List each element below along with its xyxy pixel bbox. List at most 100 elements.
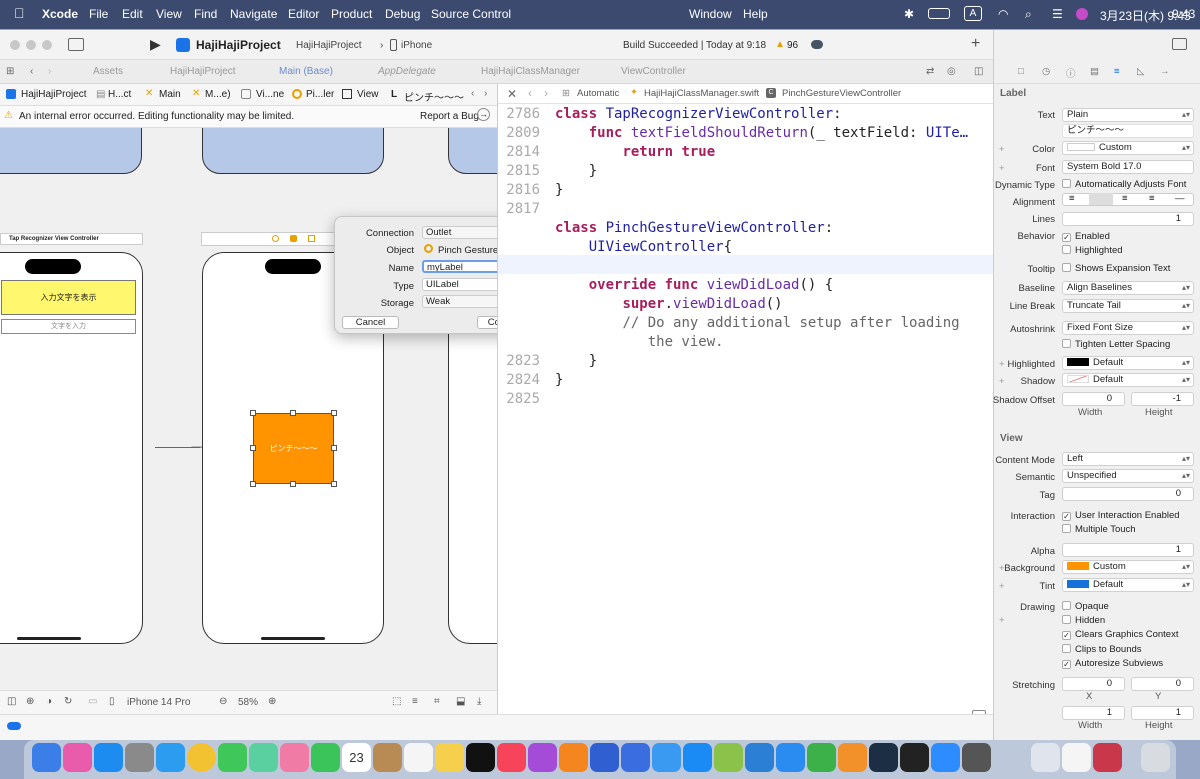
podcasts-icon[interactable] bbox=[528, 743, 557, 772]
assistant-icon[interactable]: ◎ bbox=[947, 66, 956, 77]
close-icon[interactable]: ✕ bbox=[507, 87, 517, 101]
terminal-icon[interactable] bbox=[900, 743, 929, 772]
jump-project[interactable]: HajiHajiProject bbox=[21, 89, 87, 100]
opaque-checkbox[interactable]: Opaque bbox=[1062, 601, 1109, 612]
scheme-selector[interactable]: HajiHajiProject bbox=[296, 40, 362, 51]
highlighted-checkbox[interactable]: Highlighted bbox=[1062, 245, 1123, 256]
forward-icon[interactable]: › bbox=[544, 86, 548, 100]
viewcontroller-icon[interactable] bbox=[272, 235, 279, 242]
stretch-x-stepper[interactable]: 0 bbox=[1062, 677, 1125, 691]
editor-file[interactable]: HajiHajiClassManager.swift bbox=[644, 88, 759, 99]
launchpad-icon[interactable] bbox=[63, 743, 92, 772]
keynote-icon[interactable] bbox=[776, 743, 805, 772]
multiple-touch-checkbox[interactable]: Multiple Touch bbox=[1062, 524, 1136, 535]
hidden-checkbox[interactable]: Hidden bbox=[1062, 615, 1105, 626]
menu-file[interactable]: File bbox=[89, 7, 108, 21]
align-right-icon[interactable]: ≡ bbox=[1122, 193, 1128, 204]
pin-icon[interactable]: ⌗ bbox=[434, 696, 440, 707]
align-left-icon[interactable]: ≡ bbox=[1069, 193, 1075, 204]
resize-handle[interactable] bbox=[331, 410, 337, 416]
grid-icon[interactable]: ⊞ bbox=[6, 66, 14, 77]
text-field[interactable]: 文字を入力 bbox=[1, 319, 136, 334]
tab-classmanager[interactable]: HajiHajiClassManager bbox=[481, 66, 580, 77]
resize-handle[interactable] bbox=[331, 445, 337, 451]
tab-main-storyboard[interactable]: Main (Base) bbox=[279, 66, 333, 77]
add-variation-icon[interactable]: + bbox=[999, 359, 1005, 370]
zoom-icon[interactable] bbox=[931, 743, 960, 772]
menu-find[interactable]: Find bbox=[194, 7, 217, 21]
chrome-icon[interactable] bbox=[187, 743, 216, 772]
scene-title-tap-recognizer[interactable]: Tap Recognizer View Controller bbox=[0, 233, 143, 245]
device-config-icon[interactable]: ▭ bbox=[88, 696, 97, 707]
screenshot-icon[interactable] bbox=[1031, 743, 1060, 772]
resize-handle[interactable] bbox=[250, 410, 256, 416]
add-variation-icon[interactable]: + bbox=[999, 615, 1005, 626]
battery-icon[interactable] bbox=[928, 8, 950, 19]
wifi-icon[interactable]: ◠ bbox=[998, 7, 1008, 21]
lines-stepper[interactable]: 1 bbox=[1062, 212, 1194, 226]
shadow-height-stepper[interactable]: -1 bbox=[1131, 392, 1194, 406]
app-store-icon[interactable] bbox=[683, 743, 712, 772]
update-frames-icon[interactable]: ⊕ bbox=[26, 696, 34, 707]
scene-top-left[interactable] bbox=[0, 128, 142, 174]
first-responder-icon[interactable] bbox=[290, 235, 297, 242]
jump-controller[interactable]: Pi...ler bbox=[306, 89, 334, 100]
notes-icon[interactable] bbox=[435, 743, 464, 772]
report-bug-button[interactable]: Report a Bug bbox=[420, 111, 479, 122]
autoshrink-select[interactable]: Fixed Font Size ▴▾ bbox=[1062, 321, 1194, 335]
mail-icon[interactable] bbox=[94, 743, 123, 772]
help-icon[interactable]: ⓘ bbox=[1066, 66, 1076, 80]
destination-selector[interactable]: iPhone bbox=[401, 40, 432, 51]
embed-in-icon[interactable]: ⤓ bbox=[477, 696, 481, 707]
file-inspector-icon[interactable]: □ bbox=[1018, 66, 1024, 77]
jump-main-base[interactable]: M...e) bbox=[205, 89, 231, 100]
close-window-button[interactable] bbox=[10, 40, 20, 50]
scene-top-right[interactable] bbox=[448, 128, 497, 174]
tab-assets[interactable]: Assets bbox=[93, 66, 123, 77]
resize-handle[interactable] bbox=[250, 481, 256, 487]
outline-toggle-icon[interactable]: ◫ bbox=[7, 696, 16, 707]
books-icon[interactable] bbox=[559, 743, 588, 772]
content-mode-select[interactable]: Left ▴▾ bbox=[1062, 452, 1194, 466]
document-icon[interactable] bbox=[1062, 743, 1091, 772]
history-icon[interactable]: ◷ bbox=[1042, 66, 1050, 77]
menu-editor[interactable]: Editor bbox=[288, 7, 319, 21]
stretch-y-stepper[interactable]: 0 bbox=[1131, 677, 1194, 691]
jump-label[interactable]: ピンチ〜〜〜 bbox=[404, 89, 464, 104]
tab-appdelegate[interactable]: AppDelegate bbox=[378, 66, 436, 77]
menu-navigate[interactable]: Navigate bbox=[230, 7, 277, 21]
editor-mode[interactable]: Automatic bbox=[577, 88, 619, 99]
jump-scene[interactable]: Vi...ne bbox=[256, 89, 284, 100]
back-icon[interactable]: ‹ bbox=[528, 86, 532, 100]
zoom-in-icon[interactable]: ⊕ bbox=[268, 696, 276, 707]
maps-icon[interactable] bbox=[249, 743, 278, 772]
warning-icon[interactable]: ▲ bbox=[775, 39, 785, 50]
siri-icon[interactable] bbox=[1076, 8, 1088, 20]
connections-inspector-icon[interactable]: → bbox=[1160, 66, 1170, 77]
vscode-icon[interactable] bbox=[745, 743, 774, 772]
settings-icon[interactable] bbox=[125, 743, 154, 772]
color-select[interactable]: Custom ▴▾ bbox=[1062, 141, 1194, 155]
clears-context-checkbox[interactable]: ✓ Clears Graphics Context bbox=[1062, 629, 1178, 640]
menu-edit[interactable]: Edit bbox=[122, 7, 143, 21]
scene-top-middle[interactable] bbox=[202, 128, 384, 174]
pages-icon[interactable] bbox=[838, 743, 867, 772]
tap-recognizer-phone[interactable]: 入力文字を表示 文字を入力 bbox=[0, 252, 143, 644]
align-natural-icon[interactable]: — bbox=[1175, 193, 1185, 204]
enabled-checkbox[interactable]: ✓ Enabled bbox=[1062, 231, 1110, 242]
refresh-icon[interactable]: ⇄ bbox=[926, 66, 934, 77]
jump-main[interactable]: Main bbox=[159, 89, 181, 100]
testflight-icon[interactable] bbox=[652, 743, 681, 772]
align-justified-icon[interactable]: ≡ bbox=[1149, 193, 1155, 204]
contacts-icon[interactable] bbox=[373, 743, 402, 772]
expansion-checkbox[interactable]: Shows Expansion Text bbox=[1062, 263, 1170, 274]
size-inspector-icon[interactable]: ◺ bbox=[1137, 66, 1144, 77]
finder-icon[interactable] bbox=[32, 743, 61, 772]
resize-handle[interactable] bbox=[331, 481, 337, 487]
line-break-select[interactable]: Truncate Tail ▴▾ bbox=[1062, 299, 1194, 313]
shadow-width-stepper[interactable]: 0 bbox=[1062, 392, 1125, 406]
facetime-icon[interactable] bbox=[311, 743, 340, 772]
align-center-icon[interactable] bbox=[1089, 193, 1113, 205]
stretch-width-stepper[interactable]: 1 bbox=[1062, 706, 1125, 720]
resize-handle[interactable] bbox=[290, 481, 296, 487]
